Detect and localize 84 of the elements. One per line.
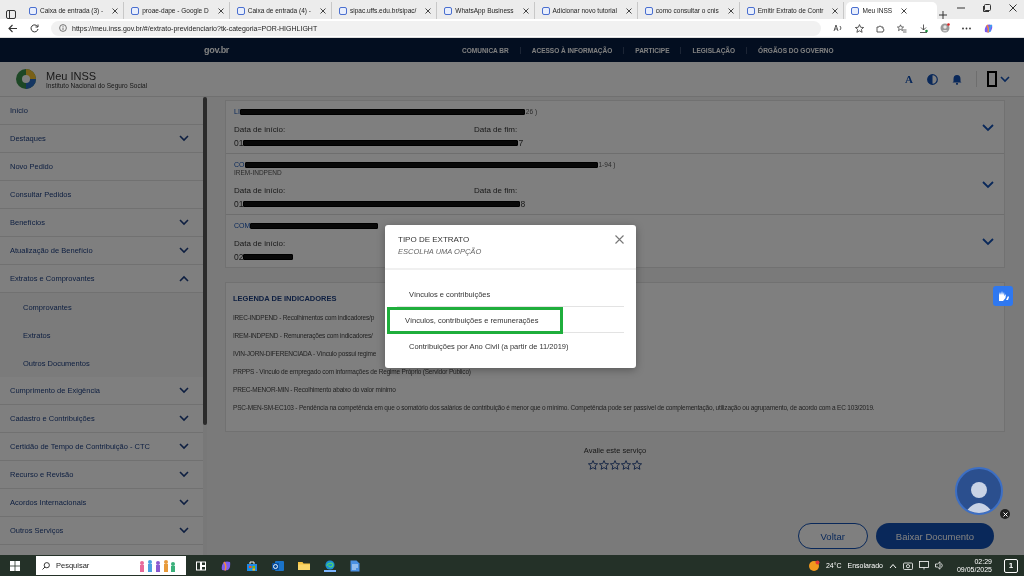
accessibility-button[interactable] [993,286,1013,306]
modal-title: TIPO DE EXTRATO [398,235,471,244]
chevron-up-icon[interactable] [888,562,897,569]
camera-icon[interactable] [902,561,913,570]
field-label: Data de início: [234,239,286,248]
field-label: Data de início: [234,125,286,134]
hands-icon [996,290,1010,302]
close-icon [1002,511,1008,517]
close-icon[interactable] [625,7,632,14]
date-value: 01 [234,138,244,148]
weather-icon [807,559,820,572]
star-icon[interactable] [632,460,642,470]
page-icon [541,6,550,15]
close-icon[interactable] [832,7,839,14]
store-icon[interactable] [246,559,258,572]
maximize-icon[interactable] [983,3,992,12]
logo-icon[interactable] [14,68,38,90]
close-icon[interactable] [217,7,224,14]
read-aloud-icon[interactable] [833,24,843,32]
star-icon[interactable] [610,460,620,470]
copilot-icon[interactable] [983,22,994,34]
star-icon[interactable] [599,460,609,470]
chevron-down-icon[interactable] [982,181,994,189]
chevron-down-icon[interactable] [982,124,994,132]
profile-icon[interactable] [940,23,950,33]
chevron-down-icon[interactable] [982,238,994,246]
contrast-icon[interactable] [927,73,938,85]
scrollbar-thumb[interactable] [203,97,207,425]
info-icon[interactable] [59,24,67,32]
user-menu-button[interactable] [976,71,1010,87]
date-value: 7 [518,138,524,148]
bell-icon[interactable] [952,73,962,85]
network-icon[interactable] [918,561,929,570]
date-value: 01 [234,199,244,209]
sidebar-toggle-icon[interactable] [6,10,16,19]
notification-button[interactable]: 1 [1004,558,1018,573]
close-icon[interactable] [319,7,326,14]
copilot-icon[interactable] [220,559,232,572]
field-label: Data de início: [234,186,286,195]
reload-icon[interactable] [30,23,39,33]
star-icon[interactable] [621,460,631,470]
close-icon[interactable] [112,7,119,14]
font-size-button[interactable]: A [905,73,913,85]
page-icon [29,6,37,15]
close-button[interactable] [1000,509,1010,519]
field-label: Data de fim: [474,186,518,195]
back-button[interactable]: Voltar [797,523,868,549]
app-title: Meu INSS [46,69,98,82]
close-icon[interactable] [522,7,529,14]
close-icon[interactable] [1009,3,1018,12]
close-icon[interactable] [425,7,432,14]
close-icon[interactable] [727,7,734,14]
gov-logo[interactable]: gov.br [204,45,230,55]
star-icon[interactable] [588,460,598,470]
search-icon [42,561,50,570]
download-button[interactable]: Baixar Documento [875,523,994,549]
people-drawing [137,558,177,573]
chevron-down-icon [1000,75,1010,83]
back-arrow-icon[interactable] [8,23,18,33]
volume-icon[interactable] [934,561,945,570]
page-icon [236,6,245,15]
favorites-icon[interactable] [897,23,907,33]
more-icon[interactable] [962,26,971,30]
page-icon [338,6,347,15]
task-view-icon[interactable] [196,560,206,571]
mail-app-icon[interactable] [272,559,284,572]
page-icon [746,6,755,15]
redaction-bar [243,254,294,260]
plus-icon[interactable] [939,11,948,19]
star-icon[interactable] [855,23,864,33]
page-icon [444,6,453,15]
folder-icon[interactable] [298,560,310,571]
windows-start-icon[interactable] [10,560,20,571]
document-icon[interactable] [350,559,360,572]
date-value: 02 [234,252,244,262]
download-icon[interactable] [919,23,928,33]
browser-icon[interactable] [324,559,336,572]
page-icon [131,6,140,15]
page-icon [644,6,653,15]
page-icon [851,6,860,15]
redaction-bar [987,71,997,87]
field-label: Data de fim: [474,125,518,134]
close-icon[interactable] [901,7,908,14]
date-value: 8 [520,199,526,209]
